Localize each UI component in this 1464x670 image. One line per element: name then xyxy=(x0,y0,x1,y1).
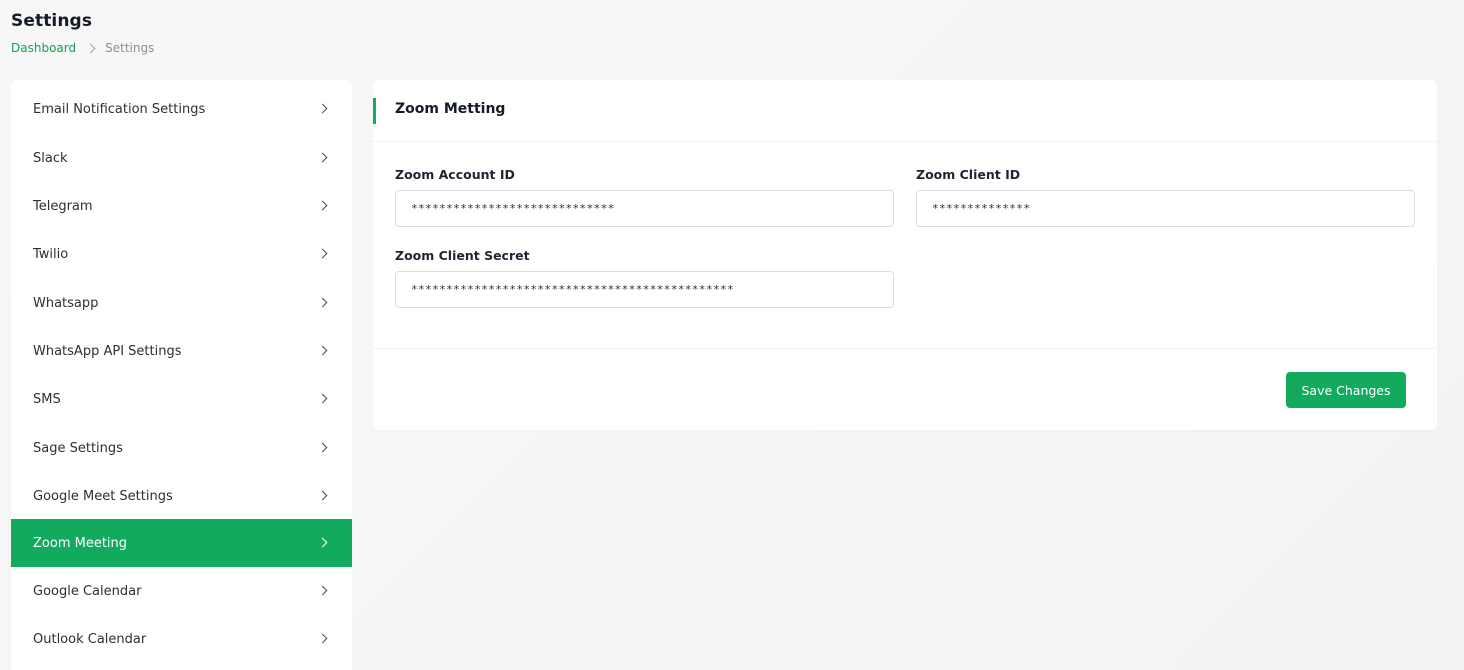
sidebar-item-label: WhatsApp API Settings xyxy=(33,343,182,359)
chevron-right-icon xyxy=(317,490,328,501)
zoom-client-id-input[interactable] xyxy=(916,190,1415,227)
sidebar-item-label: Email Notification Settings xyxy=(33,101,206,117)
settings-sidebar: Email Notification Settings Slack Telegr… xyxy=(11,80,352,670)
card-title: Zoom Metting xyxy=(395,101,506,117)
sidebar-item-label: Sage Settings xyxy=(33,440,123,456)
zoom-client-secret-label: Zoom Client Secret xyxy=(395,248,530,263)
sidebar-item-sms[interactable]: SMS xyxy=(11,375,352,423)
sidebar-item-sage-settings[interactable]: Sage Settings xyxy=(11,424,352,472)
sidebar-item-label: Zoom Meeting xyxy=(33,535,128,551)
breadcrumb-dashboard-link[interactable]: Dashboard xyxy=(11,41,76,55)
sidebar-item-google-calendar[interactable]: Google Calendar xyxy=(11,567,352,615)
page-title: Settings xyxy=(11,11,93,31)
sidebar-item-telegram[interactable]: Telegram xyxy=(11,182,352,230)
zoom-client-secret-input[interactable] xyxy=(395,271,894,308)
sidebar-item-slack[interactable]: Slack xyxy=(11,134,352,182)
sidebar-item-whatsapp[interactable]: Whatsapp xyxy=(11,279,352,327)
chevron-right-icon xyxy=(317,297,328,308)
breadcrumb: Dashboard Settings xyxy=(11,41,154,55)
chevron-right-icon xyxy=(317,585,328,596)
chevron-right-icon xyxy=(317,103,328,114)
header-accent-bar xyxy=(373,98,376,124)
sidebar-item-label: SMS xyxy=(33,391,61,407)
zoom-settings-card: Zoom Metting Zoom Account ID Zoom Client… xyxy=(373,80,1437,430)
zoom-account-id-label: Zoom Account ID xyxy=(395,167,515,182)
sidebar-item-zoom-meeting[interactable]: Zoom Meeting xyxy=(11,519,352,567)
sidebar-item-outlook-calendar[interactable]: Outlook Calendar xyxy=(11,615,352,663)
chevron-right-icon xyxy=(317,633,328,644)
chevron-right-icon xyxy=(317,345,328,356)
sidebar-item-label: Slack xyxy=(33,150,68,166)
sidebar-item-label: Google Calendar xyxy=(33,583,142,599)
sidebar-item-twilio[interactable]: Twilio xyxy=(11,230,352,278)
sidebar-item-label: Google Meet Settings xyxy=(33,488,173,504)
chevron-right-icon xyxy=(317,442,328,453)
card-header: Zoom Metting xyxy=(373,80,1437,142)
breadcrumb-current: Settings xyxy=(105,41,155,55)
sidebar-item-google-meet-settings[interactable]: Google Meet Settings xyxy=(11,472,352,520)
chevron-right-icon xyxy=(317,200,328,211)
chevron-right-icon xyxy=(317,248,328,259)
sidebar-item-label: Whatsapp xyxy=(33,295,99,311)
sidebar-item-label: Outlook Calendar xyxy=(33,631,147,647)
chevron-right-icon xyxy=(317,393,328,404)
chevron-right-icon xyxy=(317,152,328,163)
save-changes-button[interactable]: Save Changes xyxy=(1286,372,1406,408)
chevron-right-icon xyxy=(85,43,96,53)
sidebar-item-whatsapp-api-settings[interactable]: WhatsApp API Settings xyxy=(11,327,352,375)
card-divider xyxy=(373,348,1437,349)
sidebar-item-label: Twilio xyxy=(33,246,69,262)
zoom-client-id-label: Zoom Client ID xyxy=(916,167,1021,182)
sidebar-item-email-notification-settings[interactable]: Email Notification Settings xyxy=(11,85,352,133)
chevron-right-icon xyxy=(317,537,328,548)
zoom-account-id-input[interactable] xyxy=(395,190,894,227)
sidebar-item-label: Telegram xyxy=(33,198,93,214)
